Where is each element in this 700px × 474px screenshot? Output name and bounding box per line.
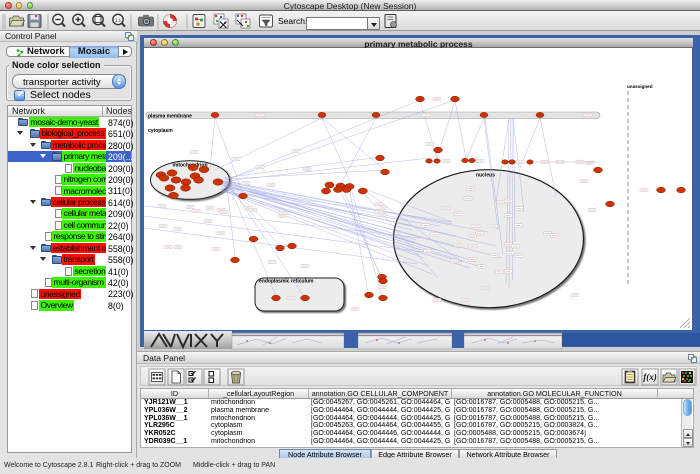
svg-text:unassigned: unassigned: [627, 84, 653, 89]
svg-text:cytoplasm: cytoplasm: [148, 128, 173, 134]
svg-text:endoplasmic reticulum: endoplasmic reticulum: [259, 279, 314, 285]
svg-text:f(x): f(x): [643, 372, 657, 382]
svg-text:Search:: Search:: [278, 16, 307, 26]
svg-text:plasma membrane: plasma membrane: [148, 114, 192, 120]
svg-text:1:1: 1:1: [115, 18, 122, 23]
